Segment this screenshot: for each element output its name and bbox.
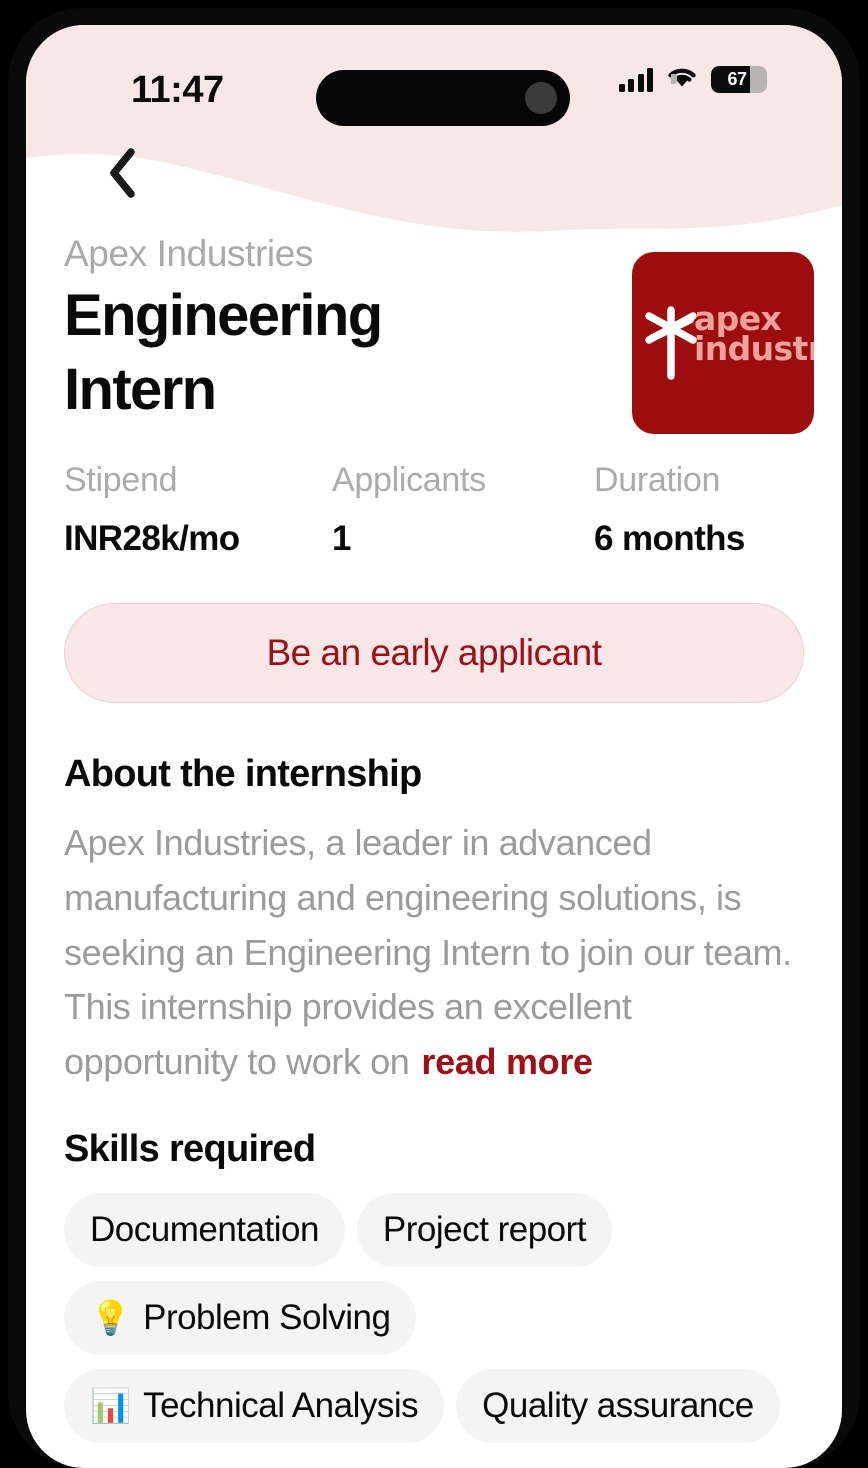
- skill-chip[interactable]: Quality assurance: [456, 1368, 780, 1443]
- battery-icon: 67: [711, 66, 767, 93]
- about-heading: About the internship: [64, 753, 422, 796]
- chevron-left-icon: [110, 148, 135, 198]
- skill-chip[interactable]: Project report: [356, 1192, 613, 1267]
- cellular-bars-icon: [618, 67, 653, 92]
- status-time: 11:47: [131, 69, 224, 111]
- back-button[interactable]: [86, 137, 158, 209]
- cta-label: Be an early applicant: [266, 632, 602, 674]
- stat-label: Stipend: [64, 461, 178, 500]
- battery-level-text: 67: [727, 69, 747, 89]
- skill-chip[interactable]: 💡 Problem Solving: [64, 1280, 417, 1355]
- phone-screen: 11:47 67 Apex Industries Engineering Int…: [26, 25, 842, 1468]
- stat-value: INR28k/mo: [64, 519, 240, 559]
- skill-label: Problem Solving: [143, 1297, 391, 1337]
- skill-chip[interactable]: 📊 Technical Analysis: [64, 1368, 445, 1443]
- stat-value: 6 months: [594, 519, 745, 559]
- skill-emoji-icon: 📊: [90, 1387, 132, 1425]
- stat-label: Duration: [594, 461, 721, 500]
- about-body: Apex Industries, a leader in advanced ma…: [64, 816, 804, 1090]
- job-detail-content: Apex Industries Engineering Intern apex: [26, 225, 842, 1443]
- read-more-link[interactable]: read more: [421, 1041, 593, 1082]
- phone-frame: 11:47 67 Apex Industries Engineering Int…: [8, 8, 860, 1468]
- stat-duration: Duration 6 months: [594, 461, 745, 559]
- battery-cap-icon: [670, 74, 677, 84]
- stat-applicants: Applicants 1: [332, 461, 594, 559]
- stat-label: Applicants: [332, 461, 486, 500]
- status-icons-group: 67: [618, 65, 767, 94]
- skill-label: Quality assurance: [482, 1385, 754, 1425]
- skill-label: Documentation: [90, 1209, 319, 1249]
- job-header: Apex Industries Engineering Intern apex: [64, 233, 814, 434]
- stat-stipend: Stipend INR28k/mo: [64, 461, 332, 559]
- stats-row: Stipend INR28k/mo Applicants 1 Duration …: [64, 461, 804, 559]
- stat-value: 1: [332, 519, 351, 559]
- asterisk-star-icon: [645, 306, 697, 380]
- logo-line-2: industries: [694, 328, 814, 368]
- skills-heading: Skills required: [64, 1127, 316, 1170]
- camera-lens-icon: [525, 82, 557, 114]
- dynamic-island: [316, 70, 570, 126]
- skill-label: Project report: [382, 1209, 587, 1249]
- be-an-early-applicant-button[interactable]: Be an early applicant: [64, 603, 804, 704]
- skills-chip-list: Documentation Project report 💡 Problem S…: [64, 1192, 804, 1443]
- skill-label: Technical Analysis: [143, 1385, 419, 1425]
- company-logo: apex industries: [632, 252, 814, 434]
- skill-emoji-icon: 💡: [90, 1299, 132, 1337]
- status-bar: 11:47 67: [26, 25, 842, 126]
- skill-chip[interactable]: Documentation: [64, 1192, 345, 1267]
- logo-wordmark: apex industries: [694, 302, 814, 368]
- page-title: Engineering Intern: [64, 282, 383, 422]
